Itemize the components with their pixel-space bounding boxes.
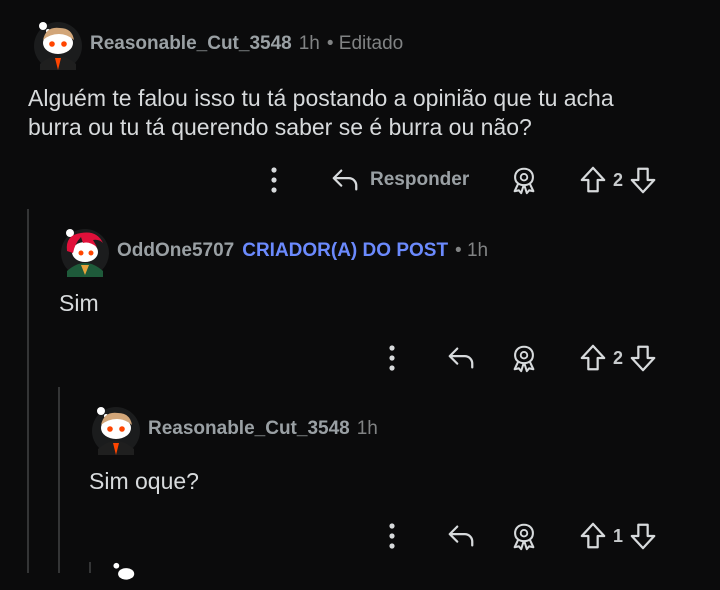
comment-actions: Responder 2 bbox=[0, 163, 720, 197]
thread-line-level-3[interactable] bbox=[89, 562, 91, 573]
comment-text: Sim oque? bbox=[89, 468, 199, 494]
award-icon bbox=[509, 343, 539, 373]
comment-header: Reasonable_Cut_3548 1h bbox=[90, 403, 378, 455]
reply-arrow-icon bbox=[446, 343, 476, 373]
upvote-arrow-icon[interactable] bbox=[579, 165, 607, 195]
comment-header: OddOne5707 CRIADOR(A) DO POST • 1h bbox=[59, 225, 488, 277]
comment-actions: 2 bbox=[0, 341, 720, 375]
more-options-button[interactable] bbox=[262, 163, 286, 197]
avatar[interactable] bbox=[59, 225, 111, 277]
upvote-arrow-icon[interactable] bbox=[579, 521, 607, 551]
reply-arrow-icon bbox=[330, 165, 360, 195]
vote-controls: 2 bbox=[579, 163, 657, 197]
more-vertical-icon bbox=[380, 341, 404, 375]
award-button[interactable] bbox=[509, 163, 539, 197]
comment-text-line: burra ou tu tá querendo saber se é burra… bbox=[28, 114, 532, 140]
reply-button[interactable]: Responder bbox=[330, 163, 469, 197]
award-icon bbox=[509, 521, 539, 551]
avatar[interactable] bbox=[90, 403, 142, 455]
reply-button[interactable] bbox=[446, 341, 476, 375]
avatar-partial[interactable] bbox=[110, 560, 140, 590]
vote-count: 2 bbox=[613, 347, 624, 368]
username[interactable]: Reasonable_Cut_3548 bbox=[148, 418, 350, 440]
reply-arrow-icon bbox=[446, 521, 476, 551]
award-icon bbox=[509, 165, 539, 195]
comment-body: Sim oque? bbox=[89, 467, 199, 496]
comment-header: Reasonable_Cut_3548 1h • Editado bbox=[32, 18, 403, 70]
more-options-button[interactable] bbox=[380, 341, 404, 375]
downvote-arrow-icon[interactable] bbox=[629, 343, 657, 373]
edited-label: • Editado bbox=[326, 33, 404, 54]
award-button[interactable] bbox=[509, 519, 539, 553]
timestamp: 1h bbox=[298, 33, 320, 54]
comment-body: Sim bbox=[59, 289, 99, 318]
reply-button[interactable] bbox=[446, 519, 476, 553]
vote-count: 1 bbox=[613, 525, 624, 546]
vote-controls: 2 bbox=[579, 341, 657, 375]
comment-actions: 1 bbox=[0, 519, 720, 553]
op-badge: CRIADOR(A) DO POST bbox=[242, 240, 449, 261]
more-vertical-icon bbox=[380, 519, 404, 553]
comment-text-line: Alguém te falou isso tu tá postando a op… bbox=[28, 85, 614, 111]
downvote-arrow-icon[interactable] bbox=[629, 521, 657, 551]
username[interactable]: OddOne5707 bbox=[117, 240, 234, 262]
avatar[interactable] bbox=[32, 18, 84, 70]
comment-body: Alguém te falou isso tu tá postando a op… bbox=[28, 84, 614, 142]
timestamp: • 1h bbox=[455, 240, 489, 261]
comment-text: Sim bbox=[59, 290, 99, 316]
reply-label: Responder bbox=[370, 169, 470, 190]
downvote-arrow-icon[interactable] bbox=[629, 165, 657, 195]
username[interactable]: Reasonable_Cut_3548 bbox=[90, 33, 292, 55]
more-vertical-icon bbox=[262, 163, 286, 197]
vote-count: 2 bbox=[613, 169, 624, 190]
timestamp: 1h bbox=[356, 418, 378, 439]
more-options-button[interactable] bbox=[380, 519, 404, 553]
vote-controls: 1 bbox=[579, 519, 657, 553]
award-button[interactable] bbox=[509, 341, 539, 375]
upvote-arrow-icon[interactable] bbox=[579, 343, 607, 373]
